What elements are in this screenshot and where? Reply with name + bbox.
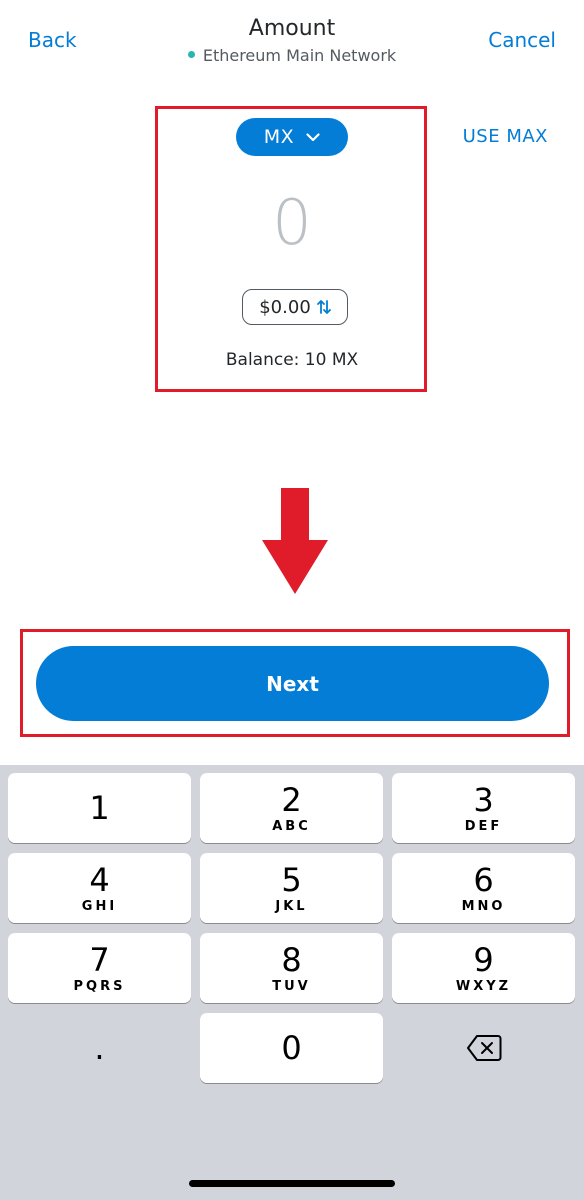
key-8[interactable]: 8 TUV: [200, 933, 383, 1003]
key-digit: 1: [89, 789, 110, 827]
swap-arrows-icon: [316, 300, 331, 314]
key-letters: TUV: [272, 978, 311, 994]
network-name: Ethereum Main Network: [202, 46, 397, 65]
fiat-toggle-button[interactable]: $0.00: [242, 289, 348, 325]
key-letters: WXYZ: [455, 978, 512, 994]
key-digit: 4: [89, 860, 110, 899]
key-7[interactable]: 7 PQRS: [8, 933, 191, 1003]
balance-text: Balance: 10 MX: [225, 350, 359, 370]
key-letters: JKL: [275, 898, 308, 914]
key-0[interactable]: 0: [200, 1013, 383, 1083]
fiat-value: $0.00: [259, 296, 311, 318]
key-letters: MNO: [461, 898, 506, 914]
key-letters: GHI: [81, 898, 118, 914]
arrow-down-icon: [262, 488, 328, 594]
key-digit: 7: [89, 940, 110, 979]
key-decimal[interactable]: .: [8, 1013, 191, 1083]
amount-input[interactable]: 0: [192, 188, 392, 258]
numeric-keyboard: 1 2 ABC 3 DEF 4 GHI 5 JKL 6 MNO 7 PQRS 8…: [0, 765, 584, 1200]
use-max-button[interactable]: USE MAX: [463, 126, 548, 147]
cancel-button[interactable]: Cancel: [488, 28, 556, 52]
chevron-down-icon: [306, 132, 320, 141]
key-digit: 9: [473, 940, 494, 979]
key-5[interactable]: 5 JKL: [200, 853, 383, 923]
key-digit: 3: [473, 780, 494, 819]
key-digit: 2: [281, 780, 302, 819]
key-decimal-label: .: [94, 1029, 105, 1067]
key-digit: 0: [281, 1029, 302, 1067]
backspace-icon: [466, 1035, 501, 1061]
key-3[interactable]: 3 DEF: [392, 773, 575, 843]
backspace-key[interactable]: [392, 1013, 575, 1083]
key-2[interactable]: 2 ABC: [200, 773, 383, 843]
home-indicator: [189, 1180, 395, 1187]
key-letters: DEF: [464, 818, 503, 834]
next-button[interactable]: Next: [36, 646, 549, 721]
key-letters: PQRS: [73, 978, 126, 994]
key-digit: 6: [473, 860, 494, 899]
key-letters: ABC: [272, 818, 311, 834]
network-status-dot: [187, 51, 195, 58]
token-symbol: MX: [263, 126, 295, 148]
key-9[interactable]: 9 WXYZ: [392, 933, 575, 1003]
key-4[interactable]: 4 GHI: [8, 853, 191, 923]
key-1[interactable]: 1: [8, 773, 191, 843]
token-selector-button[interactable]: MX: [236, 118, 348, 156]
key-6[interactable]: 6 MNO: [392, 853, 575, 923]
key-digit: 8: [281, 940, 302, 979]
key-digit: 5: [281, 860, 302, 899]
